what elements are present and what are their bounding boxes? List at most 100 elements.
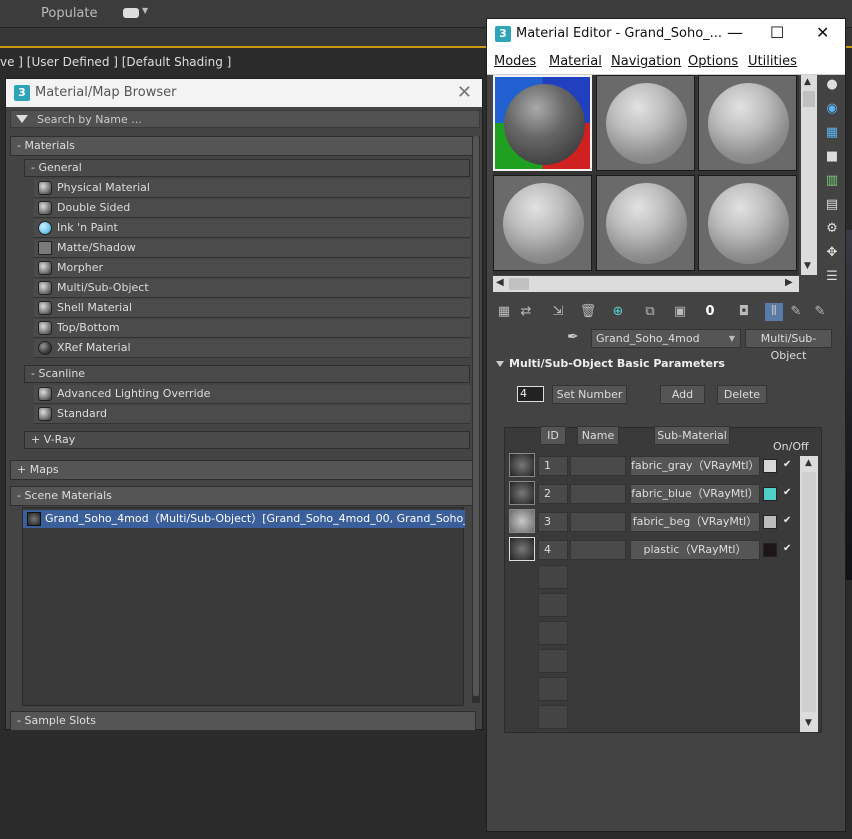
assign-to-selection-icon[interactable]: ⇲ — [549, 303, 567, 321]
options-icon[interactable]: ⚙ — [824, 221, 840, 237]
scrollbar-thumb[interactable] — [473, 136, 479, 696]
close-icon[interactable]: ✕ — [457, 82, 472, 103]
row-name-field[interactable] — [570, 512, 626, 532]
scrollbar-thumb[interactable] — [509, 278, 529, 290]
row-id-field[interactable]: 1 — [538, 456, 568, 476]
scroll-left-icon[interactable]: ◀ — [496, 277, 504, 288]
column-name[interactable]: Name — [577, 426, 619, 445]
material-item[interactable]: Standard — [34, 405, 470, 424]
populate-label[interactable]: Populate — [41, 6, 98, 21]
on-off-checkbox[interactable]: ✔ — [783, 515, 795, 527]
make-copy-icon[interactable]: ⊕ — [609, 303, 627, 321]
sub-material-scrollbar[interactable]: ▲ ▼ — [800, 456, 818, 732]
sample-uv-tiling-icon[interactable]: ■ — [824, 149, 840, 165]
go-forward-sibling-icon[interactable]: ✎ — [811, 303, 829, 321]
color-swatch[interactable] — [763, 515, 777, 529]
make-unique-icon[interactable]: ⧉ — [641, 303, 659, 321]
material-item[interactable]: Double Sided — [34, 199, 470, 218]
scene-material-item[interactable]: Grand_Soho_4mod（Multi/Sub-Object）[Grand_… — [23, 510, 465, 528]
sample-slot[interactable] — [698, 75, 797, 171]
material-item[interactable]: Matte/Shadow — [34, 239, 470, 258]
maximize-icon[interactable]: ☐ — [770, 23, 784, 42]
material-navigator-icon[interactable]: ☰ — [824, 269, 840, 285]
backlight-icon[interactable]: ◉ — [824, 101, 840, 117]
minimize-icon[interactable]: — — [727, 23, 743, 42]
add-button[interactable]: Add — [660, 385, 705, 404]
menu-options[interactable]: Options — [688, 54, 738, 69]
scroll-up-icon[interactable]: ▲ — [805, 458, 812, 468]
put-to-library-icon[interactable]: ▣ — [671, 303, 689, 321]
menu-utilities[interactable]: Utilities — [748, 54, 797, 69]
sub-material-button[interactable]: fabric_blue（VRayMtl） — [630, 484, 760, 504]
get-material-icon[interactable]: ▦ — [495, 303, 513, 321]
put-to-scene-icon[interactable]: ⇄ — [517, 303, 535, 321]
sub-material-button[interactable]: fabric_gray（VRayMtl） — [630, 456, 760, 476]
sample-slot[interactable] — [698, 175, 797, 271]
scroll-right-icon[interactable]: ▶ — [785, 277, 793, 288]
scroll-down-icon[interactable]: ▼ — [805, 718, 812, 728]
show-shaded-icon[interactable]: ◘ — [735, 303, 753, 321]
category-materials[interactable]: - Materials — [10, 136, 476, 156]
menu-navigation[interactable]: Navigation — [611, 54, 681, 69]
on-off-checkbox[interactable]: ✔ — [783, 459, 795, 471]
rollout-header[interactable]: Multi/Sub-Object Basic Parameters — [491, 354, 833, 374]
close-icon[interactable]: ✕ — [816, 23, 829, 42]
material-id-channel-icon[interactable]: 0 — [701, 303, 719, 321]
slots-horizontal-scrollbar[interactable]: ◀ ▶ — [493, 276, 799, 292]
sample-type-icon[interactable]: ● — [824, 77, 840, 93]
category-scene-materials[interactable]: - Scene Materials — [10, 486, 476, 506]
scrollbar-thumb[interactable] — [802, 472, 816, 712]
menu-modes[interactable]: Modes — [494, 54, 536, 69]
sub-material-thumbnail[interactable] — [509, 537, 535, 561]
category-maps[interactable]: + Maps — [10, 460, 476, 480]
background-icon[interactable]: ▦ — [824, 125, 840, 141]
row-name-field[interactable] — [570, 456, 626, 476]
material-item[interactable]: Top/Bottom — [34, 319, 470, 338]
sub-material-thumbnail[interactable] — [509, 453, 535, 477]
material-item[interactable]: Ink 'n Paint — [34, 219, 470, 238]
material-type-button[interactable]: Multi/Sub-Object — [745, 329, 832, 362]
viewport-label[interactable]: ve ] [User Defined ] [Default Shading ] — [0, 55, 231, 69]
material-item[interactable]: Multi/Sub-Object — [34, 279, 470, 298]
column-sub-material[interactable]: Sub-Material — [654, 426, 730, 445]
slots-vertical-scrollbar[interactable]: ▲ ▼ — [801, 75, 817, 275]
options-menu-icon[interactable] — [16, 115, 28, 123]
delete-button[interactable]: Delete — [717, 385, 767, 404]
set-number-button[interactable]: Set Number — [552, 385, 627, 404]
sub-material-button[interactable]: fabric_beg（VRayMtl） — [630, 512, 760, 532]
set-number-input[interactable]: 4 — [517, 386, 544, 402]
sub-material-button[interactable]: plastic（VRayMtl） — [630, 540, 760, 560]
sample-slot-active[interactable] — [493, 75, 592, 171]
row-name-field[interactable] — [570, 540, 626, 560]
material-item[interactable]: Physical Material — [34, 179, 470, 198]
sub-material-thumbnail[interactable] — [509, 509, 535, 533]
group-general[interactable]: - General — [24, 159, 470, 177]
material-item[interactable]: XRef Material — [34, 339, 470, 358]
show-end-result-icon[interactable]: Ⅱ — [765, 303, 783, 321]
color-swatch[interactable] — [763, 543, 777, 557]
menu-material[interactable]: Material — [549, 54, 602, 69]
go-to-parent-icon[interactable]: ✎ — [787, 303, 805, 321]
populate-toggle-icon[interactable] — [123, 8, 139, 18]
scrollbar-thumb[interactable] — [803, 91, 815, 107]
eyedropper-icon[interactable]: ✒ — [567, 329, 579, 345]
make-preview-icon[interactable]: ▤ — [824, 197, 840, 213]
row-id-field[interactable]: 3 — [538, 512, 568, 532]
chevron-down-icon[interactable]: ▼ — [729, 330, 735, 347]
material-item[interactable]: Shell Material — [34, 299, 470, 318]
chevron-down-icon[interactable]: ▼ — [142, 6, 148, 15]
row-id-field[interactable]: 4 — [538, 540, 568, 560]
color-swatch[interactable] — [763, 487, 777, 501]
material-name-field[interactable]: Grand_Soho_4mod ▼ — [591, 329, 741, 348]
column-id[interactable]: ID — [540, 426, 566, 445]
select-by-material-icon[interactable]: ✥ — [824, 245, 840, 261]
category-sample-slots[interactable]: - Sample Slots — [10, 711, 476, 731]
search-input[interactable]: Search by Name ... — [10, 110, 480, 128]
material-item[interactable]: Morpher — [34, 259, 470, 278]
row-id-field[interactable]: 2 — [538, 484, 568, 504]
scroll-down-icon[interactable]: ▼ — [804, 261, 811, 271]
sample-slot[interactable] — [596, 75, 695, 171]
sample-slot[interactable] — [596, 175, 695, 271]
video-color-check-icon[interactable]: ▥ — [824, 173, 840, 189]
material-item[interactable]: Advanced Lighting Override — [34, 385, 470, 404]
